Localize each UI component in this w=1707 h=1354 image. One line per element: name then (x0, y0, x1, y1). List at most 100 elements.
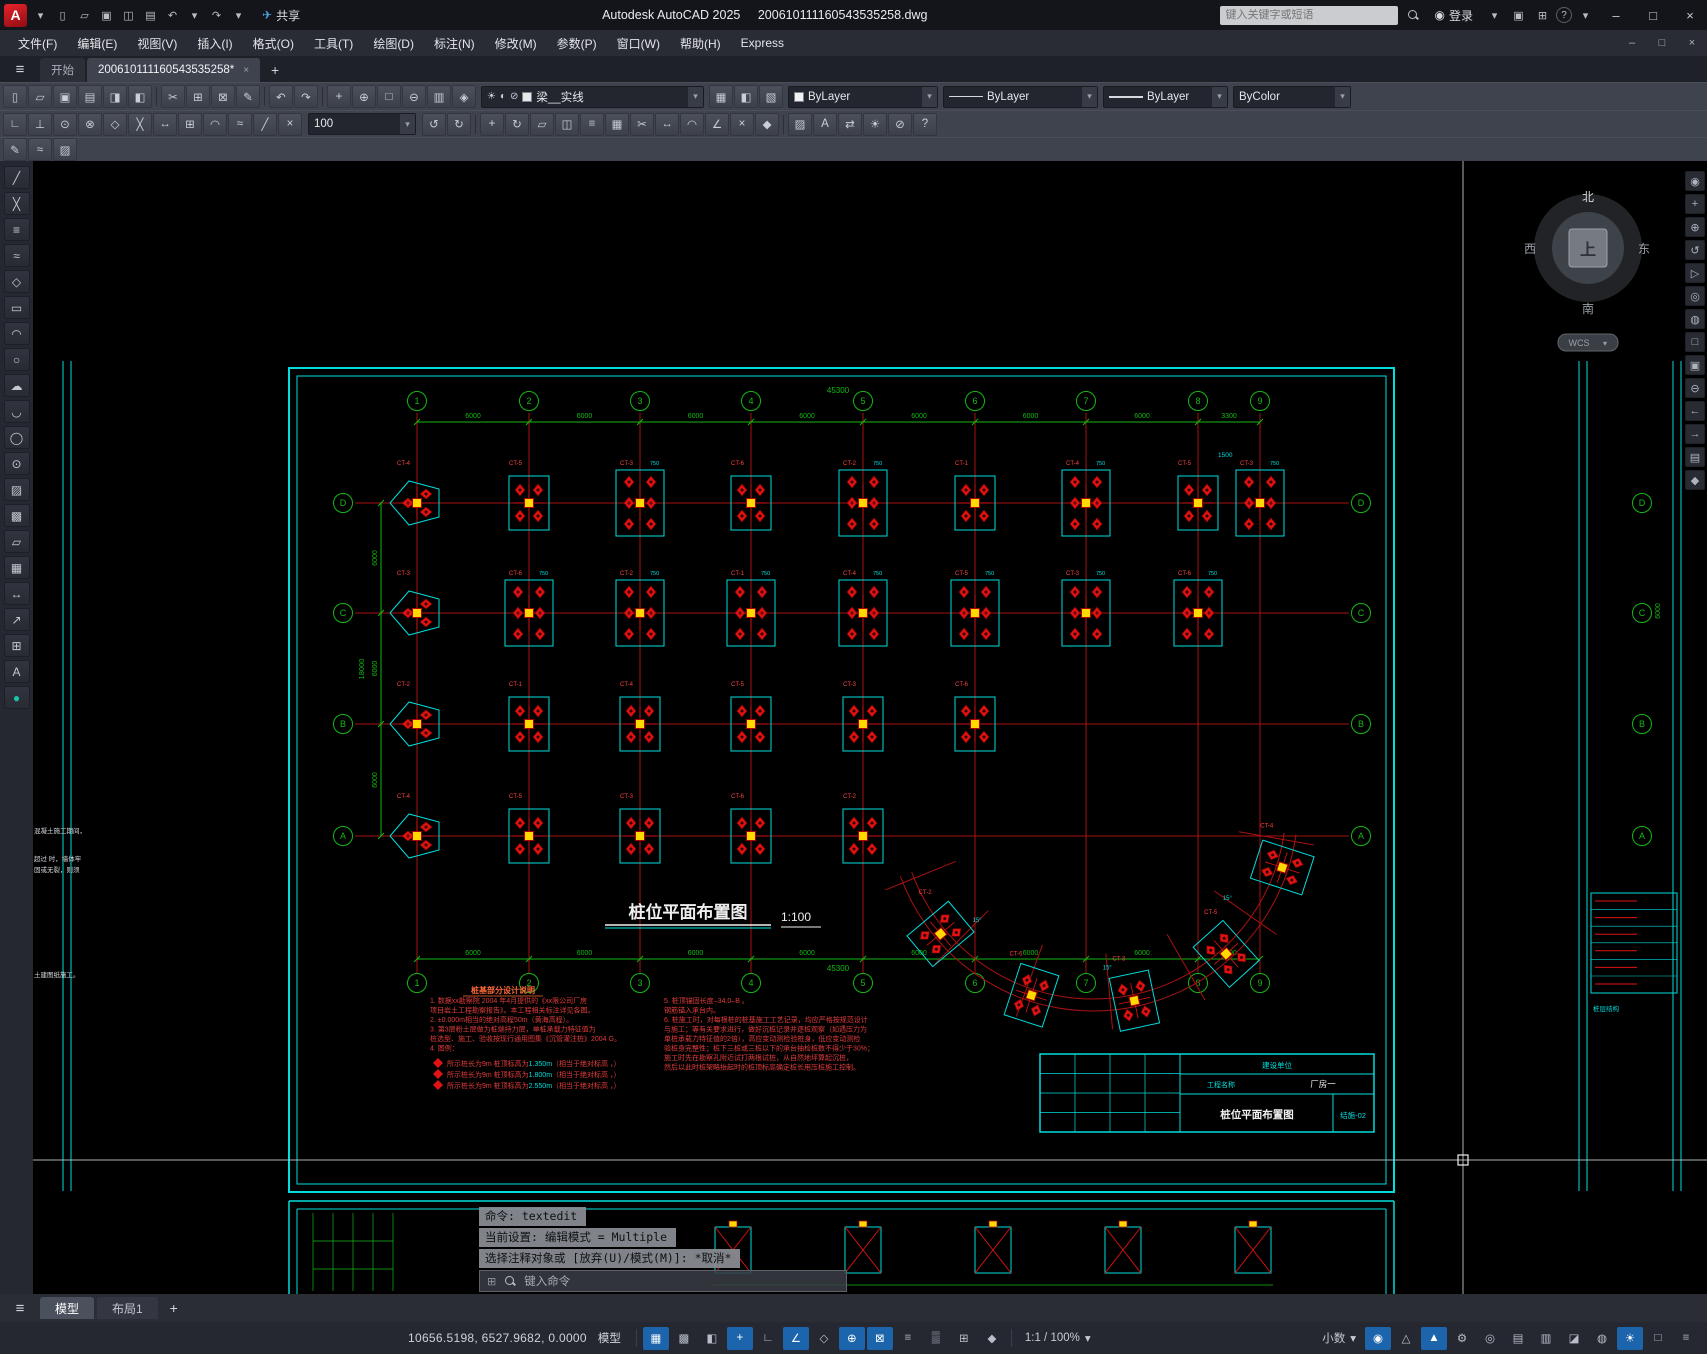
undo-button[interactable]: ↶ (269, 85, 293, 108)
menu-Express[interactable]: Express (731, 30, 794, 56)
menu-标注N[interactable]: 标注(N) (424, 30, 485, 56)
object-snap-tracking-button[interactable]: ⊕ (838, 1326, 865, 1350)
explode-button[interactable]: ◆ (755, 112, 779, 136)
insert-block-button[interactable]: ⊞ (3, 634, 30, 657)
table-button[interactable]: ▦ (3, 556, 30, 579)
zoom-button[interactable]: ⊕ (1685, 217, 1705, 237)
zoom-realtime-button[interactable]: ⊕ (352, 85, 376, 108)
new-layout-button[interactable]: + (161, 1297, 187, 1319)
window-minimize-button[interactable]: – (1599, 0, 1633, 30)
menu-编辑E[interactable]: 编辑(E) (67, 30, 127, 56)
layer-properties-button[interactable]: ▦ (709, 85, 733, 108)
combo-caret-icon[interactable]: ▾ (688, 86, 703, 107)
offset-button[interactable]: ≡ (580, 112, 604, 136)
share-button[interactable]: ✈ 共享 (252, 7, 310, 24)
window-close-button[interactable]: × (1673, 0, 1707, 30)
menu-视图V[interactable]: 视图(V) (127, 30, 187, 56)
workspace-switching-button[interactable]: ⚙ (1449, 1327, 1475, 1350)
gradient-button[interactable]: ▩ (3, 504, 30, 527)
polar-tracking-button[interactable]: ∠ (782, 1326, 809, 1350)
help-search-box[interactable] (1219, 5, 1398, 25)
crosshair-size-combo[interactable]: 100 ▾ (308, 113, 416, 135)
doc-close-button[interactable]: × (1677, 31, 1707, 55)
scale-button[interactable]: ▱ (530, 112, 554, 136)
snap-intersection-button[interactable]: ╳ (128, 112, 152, 136)
tab-close-icon[interactable]: × (243, 65, 249, 76)
plot-button[interactable]: ▤ (140, 4, 161, 26)
redraw-button[interactable]: ↺ (422, 112, 446, 136)
line-button[interactable]: ╱ (3, 166, 30, 189)
leader-button[interactable]: ↗ (3, 608, 30, 631)
publish-button[interactable]: ◧ (128, 85, 152, 108)
new-file-button[interactable]: ▯ (52, 4, 73, 26)
named-views-button[interactable]: ▤ (1685, 447, 1705, 467)
clean-screen-button[interactable]: □ (1645, 1327, 1671, 1350)
menu-修改M[interactable]: 修改(M) (485, 30, 547, 56)
menu-窗口W[interactable]: 窗口(W) (607, 30, 670, 56)
revision-cloud-button[interactable]: ☁ (3, 374, 30, 397)
point-style-button[interactable]: ● (3, 686, 30, 709)
customization-button[interactable]: ≡ (1673, 1327, 1699, 1350)
text-edit-button[interactable]: A (813, 112, 837, 136)
redo-button[interactable]: ↷ (206, 4, 227, 26)
arc-button[interactable]: ◠ (3, 322, 30, 345)
match-properties-button[interactable]: ✎ (236, 85, 260, 108)
redo-button[interactable]: ↷ (294, 85, 318, 108)
infer-constraints-button[interactable]: ◧ (699, 1327, 725, 1350)
help-search-input[interactable] (1225, 9, 1392, 21)
move-button[interactable]: + (480, 112, 504, 136)
autocad-logo-icon[interactable]: A (4, 3, 27, 27)
app-store-button[interactable]: ▣ (1508, 4, 1529, 26)
undo-button[interactable]: ↶ (162, 4, 183, 26)
menu-文件F[interactable]: 文件(F) (8, 30, 67, 56)
snap-insertion-button[interactable]: ⊞ (178, 112, 202, 136)
paste-clip-button[interactable]: ⊠ (211, 85, 235, 108)
snap-extension-button[interactable]: ↔ (153, 112, 177, 136)
isolate-objects-button[interactable]: ◍ (1589, 1327, 1615, 1350)
cut-clip-button[interactable]: ✂ (161, 85, 185, 108)
graphics-performance-button[interactable]: ☀ (1617, 1326, 1643, 1350)
plot-style-combo[interactable]: ByColor ▾ (1233, 85, 1351, 108)
snap-quadrant-button[interactable]: ◇ (103, 112, 127, 136)
precision-dropdown[interactable]: 小数 ▾ (1315, 1327, 1363, 1350)
snap-mode-button[interactable]: ▩ (671, 1327, 697, 1350)
properties-button[interactable]: ▥ (427, 85, 451, 108)
quick-properties-button[interactable]: ▥ (1533, 1327, 1559, 1350)
mini-wheel-button[interactable]: ◍ (1685, 309, 1705, 329)
orbit-button[interactable]: ↺ (1685, 240, 1705, 260)
array-button[interactable]: ▦ (605, 112, 629, 136)
pan-realtime-button[interactable]: + (327, 85, 351, 108)
menu-绘图D[interactable]: 绘图(D) (363, 30, 424, 56)
app-menu-button[interactable]: ▾ (30, 4, 51, 26)
menu-格式O[interactable]: 格式(O) (243, 30, 304, 56)
tab-document[interactable]: 200610111160543535258* × (87, 58, 261, 82)
zoom-window-button[interactable]: □ (377, 85, 401, 108)
ortho-mode-button[interactable]: ∟ (755, 1327, 781, 1350)
layer-states-button[interactable]: ▧ (759, 85, 783, 108)
design-center-button[interactable]: ◈ (452, 85, 476, 108)
toolbar-help-button[interactable]: ? (913, 112, 937, 136)
annotation-scale-dropdown[interactable]: 1:1 / 100% ▾ (1018, 1327, 1098, 1350)
snap-center-button[interactable]: ⊙ (53, 112, 77, 136)
hatch-edit-button[interactable]: ▨ (788, 112, 812, 136)
layer-previous-button[interactable]: ◧ (734, 85, 758, 108)
view-forward-button[interactable]: → (1685, 424, 1705, 444)
plot-preview-button[interactable]: ◨ (103, 85, 127, 108)
copy-clip-button[interactable]: ⊞ (186, 85, 210, 108)
menu-工具T[interactable]: 工具(T) (304, 30, 363, 56)
combo-caret-icon[interactable]: ▾ (400, 114, 415, 134)
login-caret-button[interactable]: ▾ (1484, 4, 1505, 26)
full-navigation-wheel-button[interactable]: ◉ (1685, 171, 1705, 191)
extend-button[interactable]: ↔ (655, 112, 679, 136)
command-input[interactable]: ⊞ 键入命令 (479, 1270, 847, 1292)
tab-start[interactable]: 开始 (40, 58, 85, 82)
transparency-button[interactable]: ▒ (923, 1327, 949, 1350)
save-file-button[interactable]: ▣ (96, 4, 117, 26)
region-button[interactable]: ▱ (3, 530, 30, 553)
show-motion-button[interactable]: ▷ (1685, 263, 1705, 283)
doc-restore-button[interactable]: □ (1647, 31, 1677, 55)
edit-polyline-button[interactable]: ✎ (3, 138, 27, 161)
layer-freeze-button[interactable]: ☀ (863, 112, 887, 136)
annotation-scale-button[interactable]: ▲ (1421, 1326, 1447, 1350)
save-button[interactable]: ▣ (53, 85, 77, 108)
